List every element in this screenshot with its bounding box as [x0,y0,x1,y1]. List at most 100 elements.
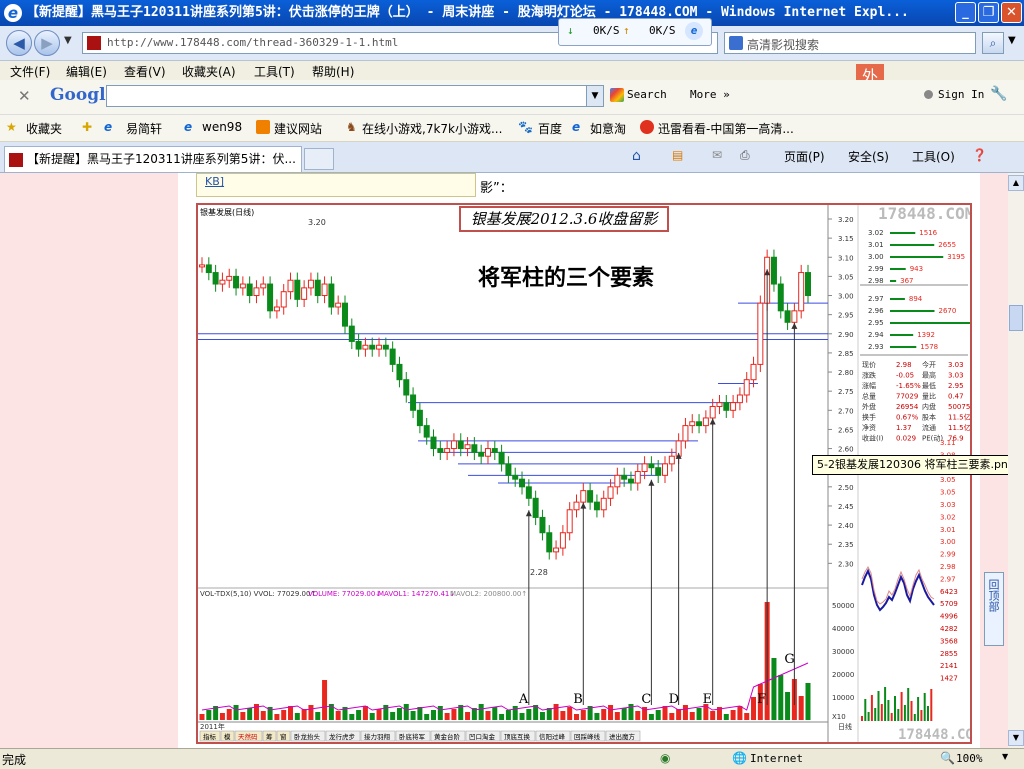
volume-bar [492,707,498,720]
address-toolbar: ◀ ▶ ▼ http://www.178448.com/thread-36032… [0,26,1024,61]
candle-body [260,283,267,289]
candle-body [348,325,355,342]
volume-bar [417,707,423,720]
menu-tools[interactable]: 工具(T) [254,63,295,80]
fav-item-ruyitao[interactable]: 如意淘 [590,120,626,137]
add-favorite-icon[interactable]: ✚ [82,120,92,134]
minimize-button[interactable]: _ [955,2,976,23]
candle-body [253,287,260,297]
google-search-input[interactable]: ▼ [106,85,604,107]
ask-volume: 367 [900,277,913,285]
ask-price: 2.99 [868,265,884,273]
candle-body [682,425,689,442]
volume-bar [219,713,225,720]
quote-stat-cell: 现价 [862,361,876,369]
print-icon[interactable]: ⎙ [740,148,750,163]
volume-bar [785,692,791,720]
scroll-thumb[interactable] [1009,305,1023,331]
maximize-button[interactable]: ❐ [978,2,999,23]
volume-axis-label: 50000 [832,602,854,610]
menu-help[interactable]: 帮助(H) [312,63,354,80]
candle-body [362,344,369,350]
menu-file[interactable]: 文件(F) [10,63,50,80]
help-icon[interactable]: ❓ [972,148,987,162]
safety-menu-button[interactable]: 安全(S) [848,148,889,165]
candle-body [246,283,253,297]
fav-item-baidu[interactable]: 百度 [538,120,562,137]
volume-bar [485,711,491,720]
scroll-down-arrow-icon[interactable]: ▼ [1008,730,1024,746]
fav-item-suggested-sites[interactable]: 建议网站 [274,120,322,137]
chart-bottom-tab-label: 顶底互换 [504,732,531,741]
history-dropdown-icon[interactable]: ▼ [64,35,72,46]
feeds-icon[interactable]: ▤ [672,148,683,162]
volume-bar [682,705,688,720]
volume-bar [798,696,804,720]
back-button[interactable]: ◀ [6,30,32,56]
tick-price-label: 3.02 [940,513,956,521]
google-history-dropdown-icon[interactable]: ▼ [586,86,603,106]
search-options-icon[interactable]: ▼ [1008,35,1016,46]
volume-bar [390,712,396,720]
zoom-dropdown-icon[interactable]: ▼ [1002,752,1008,761]
stock-name-label: 银基发展(日线) [200,207,254,217]
search-provider-icon [729,36,743,50]
vertical-scrollbar[interactable]: ▲ ▼ [1008,173,1024,748]
volume-bar [553,704,559,720]
candle-body [505,463,512,476]
scroll-up-arrow-icon[interactable]: ▲ [1008,175,1024,191]
mail-icon[interactable]: ✉ [712,148,722,162]
zoom-level[interactable]: 100% [956,752,983,765]
google-more-button[interactable]: More » [690,88,730,101]
quote-box: KB] [196,173,476,197]
menu-view[interactable]: 查看(V) [124,63,166,80]
ie-page-icon: e [104,120,113,134]
fav-item-wen98[interactable]: wen98 [202,120,242,134]
close-button[interactable]: ✕ [1001,2,1022,23]
volume-bar [744,713,750,720]
tab-title: 【新提醒】黑马王子120311讲座系列第5讲：伏... [27,152,296,166]
price-axis-label: 2.90 [838,331,854,339]
quote-stat-cell: 流通 [922,423,936,432]
wrench-settings-icon[interactable]: 🔧 [990,86,1007,102]
quote-fragment[interactable]: KB] [205,175,224,188]
search-input[interactable]: 高清影视搜索 [747,36,819,53]
ie-small-icon[interactable]: e [685,22,703,40]
volume-bar [730,710,736,720]
scroll-top-button[interactable]: 回顶部 [984,572,1004,646]
candle-body [736,394,743,404]
ask-price: 3.01 [868,241,884,249]
candle-body [784,310,791,323]
quote-stat-cell: 3.03 [948,361,964,369]
menu-favorites[interactable]: 收藏夹(A) [182,63,236,80]
chart-headline: 将军柱的三个要素 [478,265,654,291]
quote-stat-cell: 0.029 [896,435,916,443]
candle-body [730,402,737,411]
new-tab-button[interactable] [304,148,334,170]
google-sign-in-button[interactable]: Sign In [938,88,984,101]
menu-edit[interactable]: 编辑(E) [66,63,107,80]
fav-item-xunlei[interactable]: 迅雷看看-中国第一高清... [658,120,794,137]
volume-bar [723,714,729,720]
tab-bar: 【新提醒】黑马王子120311讲座系列第5讲：伏... ⌂ ▤ ✉ ⎙ 页面(P… [0,142,1024,173]
zone-label: Internet [750,752,803,765]
fav-item-7k7k[interactable]: 在线小游戏,7k7k小游戏... [362,120,502,137]
fav-item-yijianxuan[interactable]: 易简轩 [126,120,162,137]
search-go-button[interactable]: ⌕ [982,32,1004,54]
volume-bar [403,704,409,720]
google-search-button[interactable]: Search [627,88,667,101]
page-menu-button[interactable]: 页面(P) [784,148,825,165]
baidu-paw-icon: 🐾 [518,120,533,134]
volume-bar [424,714,430,720]
tools-menu-button[interactable]: 工具(O) [912,148,955,165]
toolbar-close-icon[interactable]: ✕ [18,87,31,105]
volume-bar [648,714,654,720]
home-icon[interactable]: ⌂ [632,148,641,164]
candle-body [627,478,634,484]
search-box[interactable]: 高清影视搜索 [724,32,976,54]
address-url[interactable]: http://www.178448.com/thread-360329-1-1.… [107,36,398,49]
tick-price-label: 3.00 [940,538,956,546]
forward-button[interactable]: ▶ [34,30,60,56]
favorites-button[interactable]: 收藏夹 [26,120,62,137]
tab-current[interactable]: 【新提醒】黑马王子120311讲座系列第5讲：伏... [4,146,302,172]
